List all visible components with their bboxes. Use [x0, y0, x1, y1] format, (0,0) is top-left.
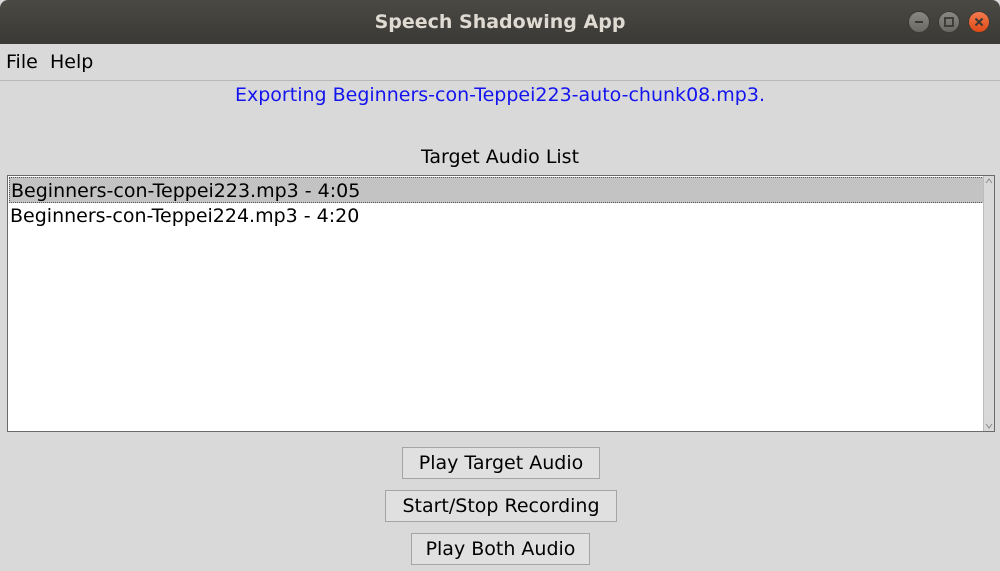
target-audio-listbox[interactable]: Beginners-con-Teppei223.mp3 - 4:05 Begin… [7, 175, 995, 432]
audio-list-label: Target Audio List [420, 146, 580, 168]
title-bar[interactable]: Speech Shadowing App [0, 0, 1000, 44]
play-both-audio-button[interactable]: Play Both Audio [411, 533, 590, 565]
minimize-button[interactable] [908, 11, 930, 33]
scroll-up-icon[interactable] [984, 176, 994, 186]
close-button[interactable] [968, 11, 990, 33]
menu-bar: File Help [0, 44, 1000, 81]
scroll-down-icon[interactable] [984, 421, 994, 431]
app-window: Speech Shadowing App File Help Exporting… [0, 0, 1000, 571]
menu-help[interactable]: Help [50, 51, 93, 73]
maximize-icon [944, 17, 954, 27]
start-stop-recording-button[interactable]: Start/Stop Recording [385, 490, 617, 522]
status-message: Exporting Beginners-con-Teppei223-auto-c… [235, 84, 765, 106]
minimize-icon [915, 21, 923, 23]
vertical-scrollbar[interactable] [983, 176, 994, 431]
menu-file[interactable]: File [6, 51, 38, 73]
maximize-button[interactable] [938, 11, 960, 33]
play-target-audio-button[interactable]: Play Target Audio [402, 447, 600, 479]
list-item[interactable]: Beginners-con-Teppei223.mp3 - 4:05 [9, 177, 984, 203]
close-icon [974, 17, 984, 27]
window-title: Speech Shadowing App [374, 11, 626, 33]
list-item[interactable]: Beginners-con-Teppei224.mp3 - 4:20 [9, 203, 984, 229]
